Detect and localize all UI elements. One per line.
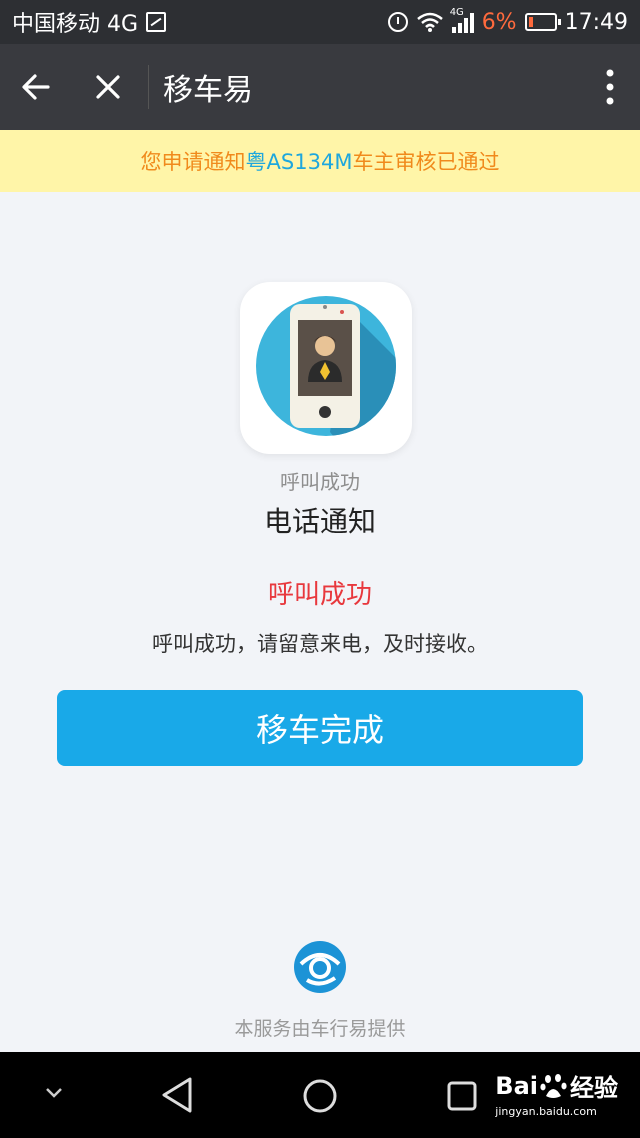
battery-percent: 6% bbox=[481, 9, 517, 35]
alarm-icon bbox=[387, 12, 408, 32]
back-arrow-icon bbox=[22, 74, 50, 100]
chexingyi-logo-icon bbox=[294, 941, 346, 993]
call-description: 呼叫成功，请留意来电，及时接收。 bbox=[152, 632, 488, 656]
paw-icon bbox=[540, 1073, 567, 1098]
wifi-icon bbox=[416, 12, 443, 32]
call-status: 呼叫成功 bbox=[267, 580, 372, 610]
close-icon bbox=[96, 75, 120, 99]
title-bar: 移车易 bbox=[0, 44, 640, 130]
clock: 17:49 bbox=[564, 9, 628, 35]
watermark-jingyan: 经验 bbox=[570, 1074, 618, 1102]
notification-title: 电话通知 bbox=[263, 505, 376, 538]
nav-home-icon[interactable] bbox=[302, 1078, 338, 1114]
move-car-done-button[interactable]: 移车完成 bbox=[57, 690, 583, 766]
status-right: 4G 6% 17:49 bbox=[387, 7, 628, 35]
notice-suffix: 车主审核已通过 bbox=[352, 150, 500, 174]
title-divider bbox=[148, 65, 149, 109]
phone-call-icon bbox=[240, 282, 412, 454]
more-button[interactable] bbox=[580, 44, 640, 130]
back-button[interactable] bbox=[0, 44, 72, 130]
watermark-brand: Bai 经验 bbox=[495, 1068, 618, 1103]
no-sim-icon bbox=[146, 12, 167, 32]
status-bar: 中国移动 4G 4G 6% 17:49 bbox=[0, 0, 640, 44]
close-button[interactable] bbox=[72, 44, 144, 130]
baidu-jingyan-watermark: Bai 经验 jingyan.baidu.com bbox=[495, 1068, 618, 1119]
notice-plate: 粤AS134M bbox=[245, 150, 353, 174]
approval-notice: 您申请通知 粤AS134M 车主审核已通过 bbox=[0, 130, 640, 192]
signal-icon: 4G bbox=[450, 7, 474, 33]
battery-icon bbox=[524, 13, 561, 31]
network-badge: 4G bbox=[449, 7, 464, 18]
hide-nav-chevron-icon[interactable] bbox=[44, 1086, 64, 1100]
nav-recents-icon[interactable] bbox=[446, 1080, 478, 1112]
watermark-url: jingyan.baidu.com bbox=[495, 1105, 597, 1118]
watermark-bai: Bai bbox=[495, 1071, 538, 1100]
provider-text: 本服务由车行易提供 bbox=[234, 1018, 406, 1040]
notice-prefix: 您申请通知 bbox=[140, 150, 246, 174]
call-caption: 呼叫成功 bbox=[280, 470, 360, 494]
nav-back-icon[interactable] bbox=[160, 1076, 194, 1114]
status-left: 中国移动 4G bbox=[12, 6, 167, 38]
page-title: 移车易 bbox=[163, 73, 253, 108]
more-vertical-icon bbox=[606, 69, 614, 105]
carrier-label: 中国移动 4G bbox=[12, 12, 139, 37]
